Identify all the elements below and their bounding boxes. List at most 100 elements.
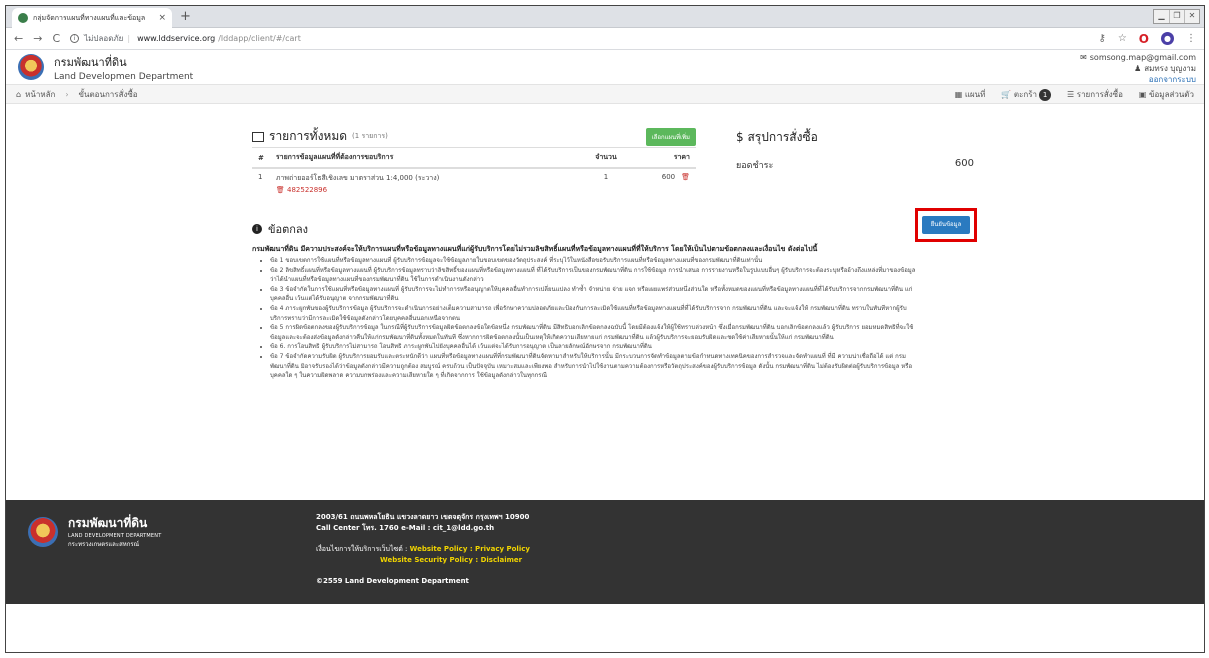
user-email: somsong.map@gmail.com: [1089, 53, 1196, 62]
nav-item-profile-label: ข้อมูลส่วนตัว: [1149, 89, 1194, 99]
breadcrumb-home[interactable]: หน้าหลัก: [25, 88, 55, 101]
logout-link[interactable]: ออกจากระบบ: [1080, 74, 1196, 85]
trash-icon[interactable]: 🗑: [276, 186, 285, 194]
confirm-button[interactable]: ยืนยันข้อมูล: [922, 216, 970, 234]
url-path: /lddapp/client/#/cart: [218, 34, 301, 43]
envelope-icon: ✉: [1080, 53, 1087, 62]
dollar-icon: $: [736, 130, 744, 144]
footer-info: 2003/61 ถนนพหลโยธิน แขวงลาดยาว เขตจตุจัก…: [316, 512, 530, 587]
table-row: 1 ภาพถ่ายออร์โธสีเชิงเลข มาตราส่วน 1:4,0…: [252, 168, 696, 198]
key-icon[interactable]: ⚷: [1099, 33, 1106, 44]
back-arrow-icon[interactable]: ←: [14, 32, 23, 45]
policy-label: เงื่อนไขการให้บริการเว็บไซต์ :: [316, 545, 408, 553]
url-field[interactable]: i ไม่ปลอดภัย | www.lddservice.org /lddap…: [70, 32, 1098, 45]
main-content: รายการทั้งหมด (1 รายการ) เลือกแผนที่เพิ่…: [6, 116, 1204, 500]
nav-item-map[interactable]: ▦ แผนที่: [955, 88, 986, 101]
list-box-icon: [252, 131, 264, 142]
breadcrumb-separator: ›: [65, 89, 69, 99]
cart-title: รายการทั้งหมด (1 รายการ): [252, 127, 388, 146]
total-value: 600: [954, 158, 974, 169]
confirm-highlight-box: ยืนยันข้อมูล: [915, 208, 977, 242]
row-item: ภาพถ่ายออร์โธสีเชิงเลข มาตราส่วน 1:4,000…: [270, 168, 576, 198]
cart-count-label: (1 รายการ): [352, 132, 388, 140]
breadcrumb: ⌂ หน้าหลัก › ขั้นตอนการสั่งซื้อ: [16, 88, 138, 101]
browser-menu-icon[interactable]: ⋮: [1186, 33, 1196, 44]
bookmark-star-icon[interactable]: ☆: [1118, 33, 1127, 44]
info-icon: i: [252, 224, 262, 234]
user-icon: ♟: [1134, 64, 1142, 73]
col-price: ราคา: [636, 148, 696, 169]
summary-title: $ สรุปการสั่งซื้อ: [736, 126, 974, 148]
site-brand-english: Land Developmen Department: [54, 71, 194, 82]
col-item: รายการข้อมูลแผนที่ที่ต้องการขอบริการ: [269, 148, 576, 169]
policy-links[interactable]: Website Policy : Privacy Policy: [410, 545, 530, 553]
ldd-seal-icon[interactable]: [18, 54, 44, 80]
row-item-id: 🗑 482522896: [276, 186, 570, 194]
row-num: 1: [258, 173, 263, 181]
breadcrumb-step[interactable]: ขั้นตอนการสั่งซื้อ: [79, 88, 138, 101]
nav-item-cart[interactable]: 🛒 ตะกร้า 1: [1001, 88, 1052, 101]
row-price-value: 600: [661, 173, 676, 181]
list-item: ข้อ 5 การผิดข้อตกลงของผู้รับบริการข้อมูล…: [270, 323, 916, 342]
footer-address: 2003/61 ถนนพหลโยธิน แขวงลาดยาว เขตจตุจัก…: [316, 513, 530, 521]
nav-item-cart-label: ตะกร้า: [1013, 89, 1038, 99]
reload-icon[interactable]: C: [52, 32, 60, 45]
cart-header: รายการทั้งหมด (1 รายการ) เลือกแผนที่เพิ่…: [252, 126, 696, 148]
footer-policy: เงื่อนไขการให้บริการเว็บไซต์ : Website P…: [316, 544, 530, 555]
summary-title-text: สรุปการสั่งซื้อ: [747, 130, 818, 144]
remove-item-trash-icon[interactable]: 🗑: [681, 173, 690, 181]
row-item-id-value: 482522896: [287, 186, 328, 194]
row-qty: 1: [603, 173, 609, 181]
forward-arrow-icon[interactable]: →: [33, 32, 42, 45]
site-header: กรมพัฒนาที่ดิน Land Developmen Departmen…: [6, 50, 1204, 84]
minimize-icon[interactable]: ▁: [1154, 10, 1169, 23]
summary-total-row: ยอดชำระ 600: [736, 158, 974, 172]
nav-menu: ▦ แผนที่ 🛒 ตะกร้า 1 ☰ รายการสั่งซื้อ ▣ ข้…: [955, 88, 1194, 101]
nav-item-orders[interactable]: ☰ รายการสั่งซื้อ: [1067, 88, 1123, 101]
footer-brand-thai: กรมพัฒนาที่ดิน: [68, 516, 148, 530]
browser-tab[interactable]: กลุ่มจัดการแผนที่ทางแผนที่และข้อมูล ×: [12, 8, 172, 28]
cart-count-badge: 1: [1039, 88, 1052, 101]
order-summary: $ สรุปการสั่งซื้อ ยอดชำระ 600: [736, 126, 974, 172]
tab-bar: กลุ่มจัดการแผนที่ทางแผนที่และข้อมูล × + …: [6, 6, 1204, 28]
tab-close-icon[interactable]: ×: [158, 13, 166, 23]
browser-toolbar-icons: ⚷ ☆ O ● ⋮: [1099, 32, 1197, 46]
list-item: ข้อ 2 ลิขสิทธิ์แผนที่หรือข้อมูลทางแผนที่…: [270, 266, 916, 285]
row-item-name: ภาพถ่ายออร์โธสีเชิงเลข มาตราส่วน 1:4,000…: [275, 174, 440, 182]
url-divider: |: [127, 34, 131, 43]
footer-brand: กรมพัฒนาที่ดิน LAND DEVELOPMENT DEPARTME…: [28, 514, 161, 549]
col-qty: จำนวน: [576, 148, 636, 169]
footer-ministry: กระทรวงเกษตรและสหกรณ์: [68, 541, 140, 548]
new-tab-button[interactable]: +: [180, 9, 191, 24]
security-links[interactable]: Website Security Policy : Disclaimer: [380, 556, 522, 564]
url-domain: www.lddservice.org: [137, 34, 216, 43]
cart-title-text: รายการทั้งหมด: [269, 129, 348, 143]
profile-avatar-icon[interactable]: ●: [1161, 32, 1174, 45]
terms-list: ข้อ 1 ขอบเขตการใช้แผนที่หรือข้อมูลทางแผน…: [252, 256, 916, 381]
opera-icon[interactable]: O: [1139, 32, 1149, 46]
user-box: ✉ somsong.map@gmail.com ♟ สมทรง บุญงาม ออก…: [1080, 52, 1196, 85]
nav-item-map-label: แผนที่: [964, 89, 986, 99]
restore-icon[interactable]: ❐: [1169, 10, 1184, 23]
col-num: #: [252, 148, 270, 169]
window-controls: ▁ ❐ ✕: [1153, 9, 1200, 24]
list-item: ข้อ 3 ข้อจำกัดในการใช้แผนที่หรือข้อมูลทา…: [270, 285, 916, 304]
home-icon[interactable]: ⌂: [16, 90, 21, 99]
nav-item-profile[interactable]: ▣ ข้อมูลส่วนตัว: [1139, 88, 1194, 101]
list-item: ข้อ 7 ข้อจำกัดความรับผิด ผู้รับบริการยอม…: [270, 352, 916, 381]
cart-icon: 🛒: [1001, 89, 1012, 99]
site-favicon-icon: [18, 13, 28, 23]
cart-table: # รายการข้อมูลแผนที่ที่ต้องการขอบริการ จ…: [252, 148, 696, 198]
row-price: 600 🗑: [636, 168, 696, 198]
site-footer: กรมพัฒนาที่ดิน LAND DEVELOPMENT DEPARTME…: [6, 500, 1204, 604]
add-map-button[interactable]: เลือกแผนที่เพิ่ม: [645, 127, 696, 146]
terms-heading: i ข้อตกลง: [252, 220, 916, 238]
nav-item-orders-label: รายการสั่งซื้อ: [1076, 89, 1123, 99]
site-info-icon[interactable]: i: [70, 34, 80, 43]
site-navbar: ⌂ หน้าหลัก › ขั้นตอนการสั่งซื้อ ▦ แผนที่…: [6, 84, 1204, 104]
site-brand[interactable]: กรมพัฒนาที่ดิน Land Developmen Departmen…: [54, 53, 193, 82]
site-brand-thai: กรมพัฒนาที่ดิน: [54, 55, 127, 69]
map-icon: ▦: [954, 89, 963, 99]
id-card-icon: ▣: [1138, 89, 1147, 99]
close-window-icon[interactable]: ✕: [1184, 10, 1199, 23]
